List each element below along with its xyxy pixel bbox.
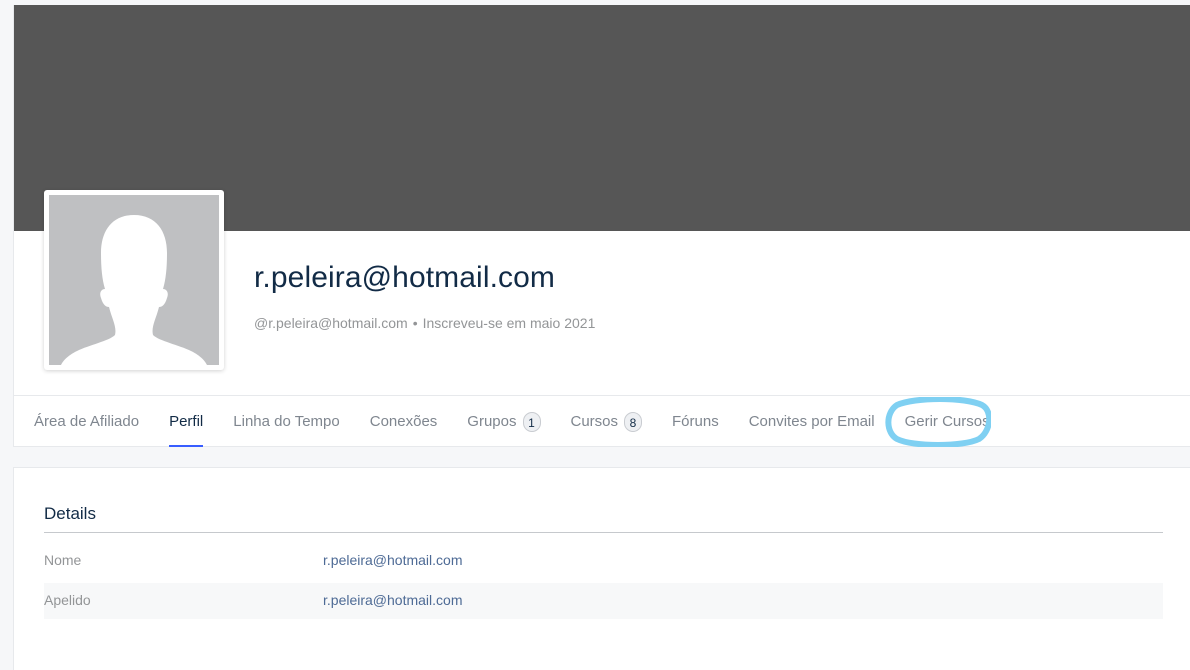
tab-gerir-cursos[interactable]: Gerir Cursos	[905, 396, 990, 447]
tab-label: Cursos	[570, 413, 619, 430]
profile-page: r.peleira@hotmail.com @r.peleira@hotmail…	[0, 0, 1190, 670]
tab-label: Gerir Cursos	[904, 413, 990, 430]
tab-label: Fóruns	[672, 413, 719, 430]
tab-label: Linha do Tempo	[233, 413, 340, 430]
count-badge: 8	[624, 411, 643, 432]
profile-meta: @r.peleira@hotmail.com • Inscreveu-se em m…	[254, 315, 595, 331]
profile-header-card: r.peleira@hotmail.com @r.peleira@hotmail…	[13, 5, 1190, 447]
detail-value[interactable]: r.peleira@hotmail.com	[323, 552, 463, 568]
tab-foruns[interactable]: Fóruns	[672, 396, 719, 447]
tab-label: Convites por Email	[748, 413, 875, 430]
avatar[interactable]	[44, 190, 224, 370]
tab-label: Conexões	[369, 413, 438, 430]
detail-label: Apelido	[44, 592, 91, 608]
tab-cursos[interactable]: Cursos 8	[571, 396, 643, 447]
tab-perfil[interactable]: Perfil	[169, 396, 204, 447]
tab-conexoes[interactable]: Conexões	[370, 396, 438, 447]
details-card: Details Nome r.peleira@hotmail.com Apeli…	[13, 467, 1190, 670]
profile-nav: Área de Afiliado Perfil Linha do Tempo C…	[34, 396, 1020, 447]
detail-row-apelido: Apelido r.peleira@hotmail.com	[44, 583, 1163, 619]
default-avatar-icon	[49, 195, 219, 365]
detail-row-nome: Nome r.peleira@hotmail.com	[44, 543, 1163, 579]
detail-label: Nome	[44, 552, 82, 568]
detail-value[interactable]: r.peleira@hotmail.com	[323, 592, 463, 608]
count-badge: 1	[522, 411, 541, 432]
profile-name: r.peleira@hotmail.com	[254, 261, 556, 294]
details-divider	[44, 532, 1163, 533]
profile-joined-date: Inscreveu-se em maio 2021	[422, 315, 596, 331]
tab-linha-do-tempo[interactable]: Linha do Tempo	[233, 396, 339, 447]
details-heading: Details	[44, 504, 96, 523]
meta-separator: •	[412, 315, 418, 331]
profile-handle: @r.peleira@hotmail.com	[254, 315, 408, 331]
tab-area-de-afiliado[interactable]: Área de Afiliado	[34, 396, 139, 447]
tab-label: Área de Afiliado	[34, 413, 140, 430]
tab-label: Perfil	[169, 413, 204, 430]
tab-grupos[interactable]: Grupos 1	[467, 396, 541, 447]
tab-label: Grupos	[467, 413, 517, 430]
tab-convites-por-email[interactable]: Convites por Email	[749, 396, 875, 447]
